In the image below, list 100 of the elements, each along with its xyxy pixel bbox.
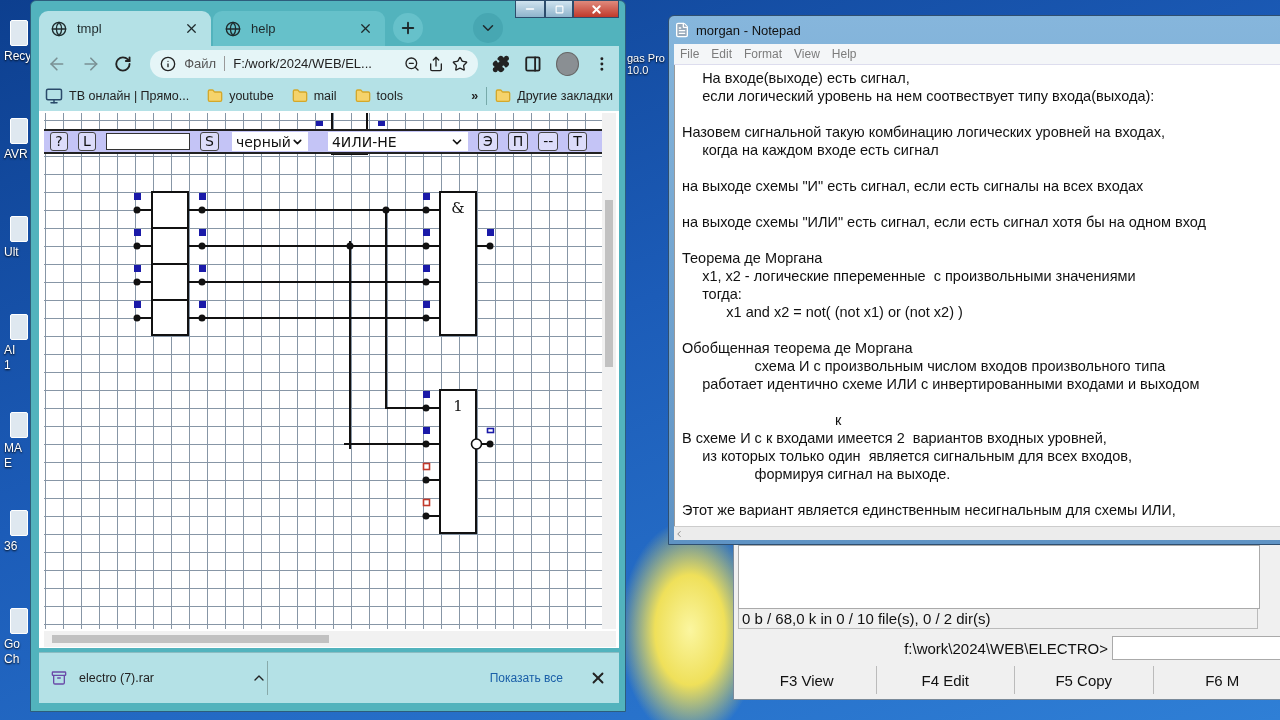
- horizontal-scrollbar[interactable]: [44, 631, 616, 647]
- desktop-icon-label: MA: [4, 441, 22, 456]
- text-line: В схеме И с к входами имеется 2 вариантов входных уровней,: [682, 429, 1108, 447]
- close-button[interactable]: [573, 0, 619, 18]
- tool-button[interactable]: S: [200, 132, 219, 151]
- desktop-icon-label: AI: [4, 343, 16, 358]
- share-icon[interactable]: [428, 55, 445, 72]
- text-line: тогда:: [701, 285, 743, 303]
- horizontal-scrollbar[interactable]: [674, 526, 1280, 540]
- avatar[interactable]: [555, 51, 580, 76]
- puzzle-icon[interactable]: [492, 54, 510, 73]
- text-line: работает идентично схеме ИЛИ с инвертированными входами и выходом: [701, 375, 1201, 393]
- tab-title: tmpl: [77, 21, 103, 36]
- text-line: схема И с произвольным числом входов произвольного типа: [753, 357, 1167, 375]
- monitor-icon: [45, 87, 63, 105]
- tool-button[interactable]: П: [507, 132, 529, 151]
- text-line: Назовем сигнальной такую комбинацию логических уровней на входах,: [682, 123, 1167, 141]
- tool-button[interactable]: --: [538, 132, 559, 151]
- text-line: Обобщенная теорема де Моргана: [682, 339, 914, 357]
- desktop-icon-label: 10.0: [627, 64, 650, 76]
- text-input[interactable]: [106, 133, 190, 150]
- command-prompt: f:\work\2024\WEB\ELECTRO>: [904, 639, 1108, 657]
- text-line: На входе(выходе) есть сигнал,: [701, 69, 911, 87]
- desktop-icon-label: Go: [4, 637, 20, 652]
- reload-icon[interactable]: [114, 54, 133, 73]
- desktop-icon-label: gas Pro: [627, 52, 665, 64]
- download-file[interactable]: electro (7).rar: [79, 671, 239, 685]
- gate-label: 1: [453, 397, 463, 415]
- vertical-scrollbar[interactable]: [602, 113, 616, 629]
- menu-item[interactable]: File: [680, 47, 700, 61]
- scheme-label: Файл: [184, 56, 226, 71]
- text-line: к: [834, 411, 843, 429]
- address-bar[interactable]: Файл F:/work/2024/WEB/EL...: [150, 49, 479, 78]
- menu-item[interactable]: Help: [831, 47, 857, 61]
- text-line: когда на каждом входе есть сигнал: [701, 141, 940, 159]
- menu-item[interactable]: Edit: [711, 47, 733, 61]
- new-tab-button[interactable]: [393, 13, 423, 43]
- browser-tab[interactable]: tmpl: [39, 11, 211, 46]
- bookmark-label: youtube: [229, 89, 274, 103]
- url-text: F:/work/2024/WEB/EL...: [233, 56, 373, 71]
- bookmark-label: Другие закладки: [517, 89, 613, 103]
- dropdown[interactable]: 4ИЛИ-НЕ: [327, 132, 468, 151]
- maximize-icon: [554, 4, 564, 14]
- close-icon: [589, 2, 603, 16]
- text-line: формируя сигнал на выходе.: [753, 465, 952, 483]
- text-line: если логический уровень на нем соотвествует типу входа(выхода):: [701, 87, 1156, 105]
- bookmark-star-icon[interactable]: [452, 55, 469, 72]
- text-line: Теорема де Моргана: [682, 249, 824, 267]
- text-line: x1, x2 - логические ппеременные с произвольными значениями: [701, 267, 1137, 285]
- minimize-button[interactable]: [515, 0, 545, 18]
- bookmark-label: ТВ онлайн | Прямо...: [69, 89, 190, 103]
- circuit-canvas[interactable]: & 1 ? L S черный 4ИЛИ-НЕ Э П -- Т: [44, 113, 602, 629]
- folder-icon: [495, 88, 512, 104]
- tab-title: help: [251, 21, 277, 36]
- bookmark[interactable]: ТВ онлайн | Прямо...: [45, 87, 190, 105]
- folder-icon: [354, 88, 371, 104]
- bookmark[interactable]: tools: [354, 88, 403, 104]
- plus-icon: [399, 19, 417, 37]
- desktop-icon-label: AVR: [4, 147, 28, 162]
- menu-item[interactable]: View: [794, 47, 820, 61]
- desktop-icon-label: 36: [4, 539, 18, 554]
- archive-icon: [51, 670, 67, 686]
- tool-button[interactable]: Т: [568, 132, 587, 151]
- globe-icon: [51, 20, 67, 37]
- desktop-icon-label: 1: [4, 358, 11, 373]
- zoom-out-icon[interactable]: [404, 55, 421, 72]
- folder-icon: [207, 88, 224, 104]
- bookmark[interactable]: mail: [291, 88, 337, 104]
- more-bookmarks-button[interactable]: »: [471, 89, 479, 103]
- status-line: 0 b / 68,0 k in 0 / 10 file(s), 0 / 2 dir(s): [738, 609, 1258, 629]
- desktop-icon-label: E: [4, 456, 12, 471]
- text-line: из которых только один является сигнальным для всех входов,: [701, 447, 1133, 465]
- close-icon[interactable]: [358, 21, 373, 36]
- globe-icon: [225, 20, 241, 37]
- bookmark-label: mail: [313, 89, 337, 103]
- dropdown[interactable]: черный: [231, 132, 308, 151]
- desktop-icon-label: Ult: [4, 245, 19, 260]
- folder-icon: [291, 88, 308, 104]
- show-all-link[interactable]: Показать все: [489, 671, 563, 685]
- text-line: на выходе схемы "И" есть сигнал, если есть сигналы на всех входах: [682, 177, 1145, 195]
- gate-label: &: [451, 199, 465, 217]
- tab-search-button[interactable]: [473, 13, 503, 43]
- bookmark[interactable]: youtube: [207, 88, 274, 104]
- maximize-button[interactable]: [545, 0, 573, 18]
- menu-item[interactable]: Format: [744, 47, 783, 61]
- window-title: morgan - Notepad: [696, 22, 801, 38]
- side-panel-icon[interactable]: [523, 54, 542, 73]
- info-icon[interactable]: [160, 55, 177, 72]
- close-icon[interactable]: [184, 21, 199, 36]
- tool-button[interactable]: ?: [50, 132, 68, 151]
- bookmark-label: tools: [376, 89, 403, 103]
- desktop-icon-label: Ch: [4, 652, 20, 667]
- tool-button[interactable]: Э: [477, 132, 498, 151]
- desktop-icon-label: Recy: [4, 49, 32, 64]
- text-line: на выходе схемы "ИЛИ" есть сигнал, если есть сигнал хотя бы на одном вход: [682, 213, 1207, 231]
- bookmark[interactable]: Другие закладки: [495, 88, 613, 104]
- browser-tab[interactable]: help: [213, 11, 385, 46]
- tool-button[interactable]: L: [78, 132, 96, 151]
- command-input[interactable]: [1112, 636, 1280, 660]
- notepad-icon: [674, 22, 690, 38]
